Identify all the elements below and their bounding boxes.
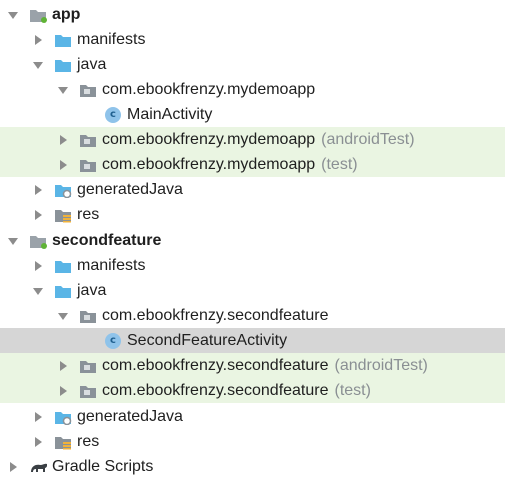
tree-item-label: com.ebookfrenzy.secondfeature	[102, 382, 329, 399]
tree-item-label: com.ebookfrenzy.secondfeature	[102, 307, 329, 324]
chevron-right-icon[interactable]	[32, 436, 44, 448]
chevron-right-icon[interactable]	[57, 159, 69, 171]
tree-item-label: com.ebookfrenzy.mydemoapp	[102, 131, 316, 148]
tree-item-label: com.ebookfrenzy.mydemoapp	[102, 156, 316, 173]
tree-item-label: generatedJava	[77, 181, 183, 198]
chevron-down-icon[interactable]	[32, 59, 44, 71]
chevron-right-icon[interactable]	[32, 34, 44, 46]
tree-row-mainactivity[interactable]: c MainActivity	[0, 102, 505, 127]
chevron-down-icon[interactable]	[57, 310, 69, 322]
tree-row-package[interactable]: com.ebookfrenzy.mydemoapp	[0, 77, 505, 102]
tree-item-label: res	[77, 433, 100, 450]
chevron-down-icon[interactable]	[7, 9, 19, 21]
module-icon	[29, 233, 47, 249]
chevron-right-icon[interactable]	[32, 184, 44, 196]
tree-row-package-test[interactable]: com.ebookfrenzy.secondfeature (test)	[0, 378, 505, 403]
tree-row-res[interactable]: res	[0, 202, 505, 227]
tree-item-label: res	[77, 206, 100, 223]
tree-row-package-androidtest[interactable]: com.ebookfrenzy.secondfeature (androidTe…	[0, 353, 505, 378]
chevron-right-icon[interactable]	[57, 385, 69, 397]
tree-item-label: Gradle Scripts	[52, 458, 154, 475]
class-icon: c	[104, 106, 122, 123]
source-set-suffix: (androidTest)	[321, 130, 415, 148]
tree-item-label: com.ebookfrenzy.mydemoapp	[102, 81, 316, 98]
tree-item-label: app	[52, 6, 81, 23]
tree-row-manifests[interactable]: manifests	[0, 253, 505, 278]
tree-item-label: generatedJava	[77, 408, 183, 425]
tree-item-label: manifests	[77, 257, 146, 274]
source-set-suffix: (test)	[334, 381, 371, 399]
tree-row-app[interactable]: app	[0, 2, 505, 27]
package-icon	[79, 308, 97, 324]
source-set-suffix: (androidTest)	[334, 356, 428, 374]
tree-row-package-test[interactable]: com.ebookfrenzy.mydemoapp (test)	[0, 152, 505, 177]
res-folder-icon	[54, 434, 72, 450]
tree-row-secondfeatureactivity[interactable]: c SecondFeatureActivity	[0, 328, 505, 353]
chevron-right-icon[interactable]	[57, 360, 69, 372]
tree-row-manifests[interactable]: manifests	[0, 27, 505, 52]
module-icon	[29, 7, 47, 23]
generated-folder-icon	[54, 182, 72, 198]
tree-row-res[interactable]: res	[0, 429, 505, 454]
package-icon	[79, 132, 97, 148]
generated-folder-icon	[54, 409, 72, 425]
tree-row-secondfeature[interactable]: secondfeature	[0, 228, 505, 253]
tree-row-java[interactable]: java	[0, 278, 505, 303]
tree-item-label: SecondFeatureActivity	[127, 332, 288, 349]
class-badge: c	[105, 332, 121, 349]
folder-icon	[54, 57, 72, 73]
chevron-right-icon[interactable]	[32, 260, 44, 272]
package-icon	[79, 157, 97, 173]
package-icon	[79, 358, 97, 374]
chevron-right-icon[interactable]	[32, 411, 44, 423]
class-icon: c	[104, 332, 122, 349]
project-tree: app manifests java com.ebookfrenzy.mydem…	[0, 0, 505, 479]
tree-item-label: com.ebookfrenzy.secondfeature	[102, 357, 329, 374]
folder-icon	[54, 32, 72, 48]
tree-row-generatedjava[interactable]: generatedJava	[0, 404, 505, 429]
chevron-down-icon[interactable]	[57, 84, 69, 96]
tree-item-label: secondfeature	[52, 232, 162, 249]
tree-item-label: java	[77, 56, 107, 73]
package-icon	[79, 82, 97, 98]
class-badge: c	[105, 106, 121, 123]
tree-item-label: MainActivity	[127, 106, 213, 123]
gradle-icon	[29, 459, 47, 475]
package-icon	[79, 383, 97, 399]
chevron-right-icon[interactable]	[32, 209, 44, 221]
tree-item-label: java	[77, 282, 107, 299]
chevron-right-icon[interactable]	[57, 134, 69, 146]
tree-item-label: manifests	[77, 31, 146, 48]
tree-row-package[interactable]: com.ebookfrenzy.secondfeature	[0, 303, 505, 328]
tree-row-generatedjava[interactable]: generatedJava	[0, 177, 505, 202]
tree-row-gradle-scripts[interactable]: Gradle Scripts	[0, 454, 505, 479]
source-set-suffix: (test)	[321, 155, 358, 173]
folder-icon	[54, 283, 72, 299]
tree-row-java[interactable]: java	[0, 52, 505, 77]
chevron-down-icon[interactable]	[32, 285, 44, 297]
res-folder-icon	[54, 207, 72, 223]
chevron-down-icon[interactable]	[7, 235, 19, 247]
tree-row-package-androidtest[interactable]: com.ebookfrenzy.mydemoapp (androidTest)	[0, 127, 505, 152]
folder-icon	[54, 258, 72, 274]
chevron-right-icon[interactable]	[7, 461, 19, 473]
